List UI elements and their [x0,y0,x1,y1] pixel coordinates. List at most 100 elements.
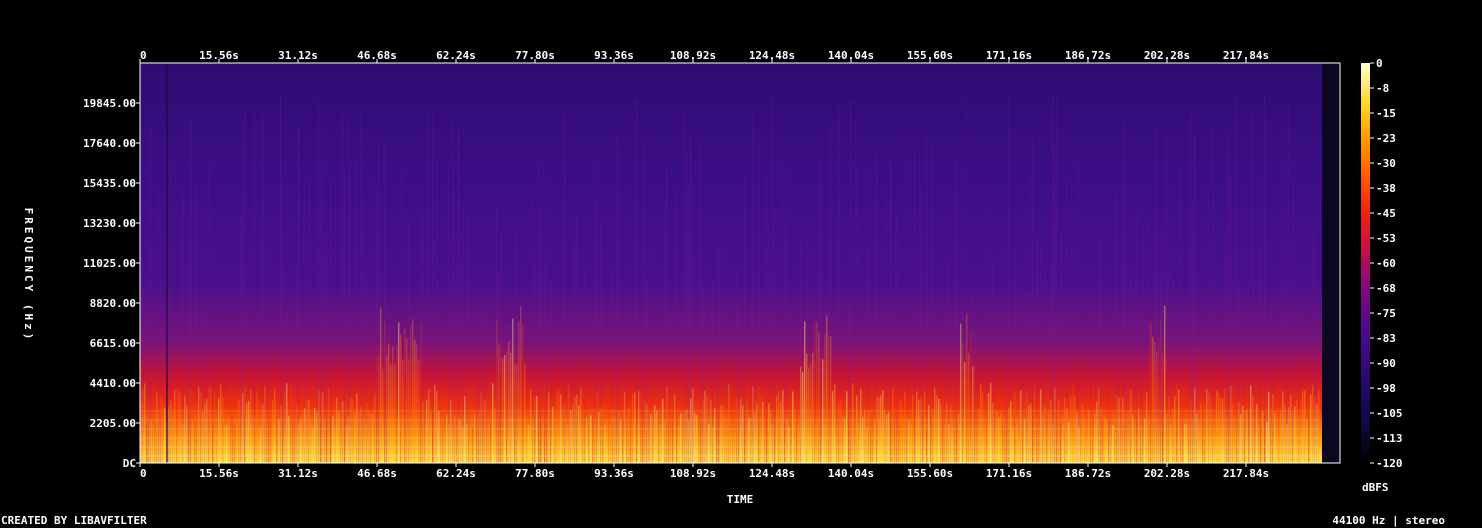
spectrogram-streak [1122,162,1124,463]
colorbar-tick-label: -105 [1376,407,1403,420]
spectrogram-streak [848,303,850,463]
spectrogram-streak [1118,340,1120,463]
spectrogram-streak [582,425,584,463]
spectrogram-streak [148,325,150,463]
spectrogram-streak [648,400,650,463]
colorbar-tick-label: -68 [1376,282,1396,295]
spectrogram-streak [442,267,444,463]
spectrogram-streak [906,131,908,464]
spectrogram-streak [406,337,408,463]
spectrogram-streak [176,388,178,463]
spectrogram-streak [626,289,628,463]
spectrogram-streak [710,303,712,463]
colorbar-tick-label: -83 [1376,332,1396,345]
spectrogram-streak [144,383,146,463]
spectrogram-streak [388,343,390,463]
spectrogram-streak [426,400,428,463]
spectrogram-streak [550,280,552,463]
spectrogram-streak [1152,336,1154,463]
spectrogram-streak [206,196,208,463]
spectrogram-streak [778,390,780,463]
spectrogram-streak [810,363,812,463]
spectrogram-streak [928,405,930,463]
x-tick-bottom-label: 31.12s [278,467,318,480]
colorbar-tick-label: -113 [1376,432,1403,445]
footer-credit: CREATED BY LIBAVFILTER [1,514,147,527]
y-tick-label: 17640.00 [83,137,136,150]
spectrogram-streak [1302,391,1304,463]
spectrogram-streak [188,245,190,463]
spectrogram-streak [230,383,232,463]
spectrogram-chart: 0 15.56s 31.12s 46.68s 62.24s 77.80s 93.36s 108… [22,49,1403,506]
spectrogram-streak [540,209,542,463]
spectrogram-streak [1048,409,1050,463]
spectrogram-streak [846,391,848,463]
spectrogram-streak [768,221,770,463]
spectrogram-streak [336,397,338,463]
spectrogram-streak [1090,303,1092,463]
spectrogram-streak [1054,146,1056,463]
spectrogram-streak [1080,424,1082,463]
x-tick-bottom-label: 62.24s [436,467,476,480]
colorbar-tick-label: -38 [1376,182,1396,195]
spectrogram-streak [624,392,626,463]
spectrogram-streak [324,247,326,463]
spectrogram-streak [1232,403,1234,463]
x-tick-bottom-label: 186.72s [1065,467,1111,480]
spectrogram-streak [738,305,740,463]
spectrogram-streak [1134,272,1136,463]
spectrogram-streak [830,129,832,464]
spectrogram-streak [882,389,884,463]
colorbar-ticks: 0 -8 -15 -23 -30 -38 -45 -53 -60 -68 -75 -83 -90 -98 -… [1370,57,1403,470]
spectrogram-streak [934,387,936,463]
spectrogram-streak [876,154,878,463]
spectrogram-streak [244,109,246,464]
colorbar-bar [1361,63,1370,463]
spectrogram-streak [604,424,606,463]
colorbar-tick-label: -8 [1376,82,1389,95]
spectrogram-streak [1198,425,1200,463]
spectrogram-streak [664,205,666,464]
spectrogram-streak [642,330,644,463]
spectrogram-streak [530,389,532,463]
spectrogram-streak [1296,399,1298,463]
spectrogram-streak [716,334,718,463]
spectrogram-streak [174,390,176,463]
spectrogram-streak [450,305,452,463]
spectrogram-streak [816,321,818,463]
spectrogram-streak [356,160,358,463]
spectrogram-streak [960,323,962,463]
spectrogram-streak [1308,399,1310,463]
spectrogram-streak [814,320,816,463]
spectrogram-streak [1230,169,1232,464]
spectrogram-streak [198,386,200,463]
spectrogram-streak [246,403,248,463]
spectrogram-streak [914,150,916,463]
spectrogram-streak [714,407,716,463]
spectrogram-streak [186,405,188,463]
spectrogram-streak [398,322,400,463]
spectrogram-streak [886,196,888,463]
spectrogram-streak [1064,397,1066,463]
spectrogram-streak [1246,409,1248,463]
spectrogram-streak [654,405,656,463]
spectrogram-streak [544,266,546,463]
spectrogram-streak [326,225,328,463]
spectrogram-streak [834,383,836,463]
spectrogram-streak [1164,305,1166,463]
colorbar-tick-label: -90 [1376,357,1396,370]
spectrogram-streak [1196,332,1198,463]
spectrogram-streak [316,340,318,463]
spectrogram-streak [518,321,520,463]
x-tick-bottom-label: 15.56s [199,467,239,480]
spectrogram-streak [1194,134,1196,464]
spectrogram-streak [334,427,336,463]
spectrogram-streak [1108,342,1110,463]
spectrogram-streak [974,331,976,463]
spectrogram-streak [1248,283,1250,463]
spectrogram-streak [224,425,226,463]
spectrogram-streak [1008,94,1010,463]
spectrogram-streak [488,425,490,463]
spectrogram-streak [238,399,240,463]
spectrogram-streak [784,225,786,463]
